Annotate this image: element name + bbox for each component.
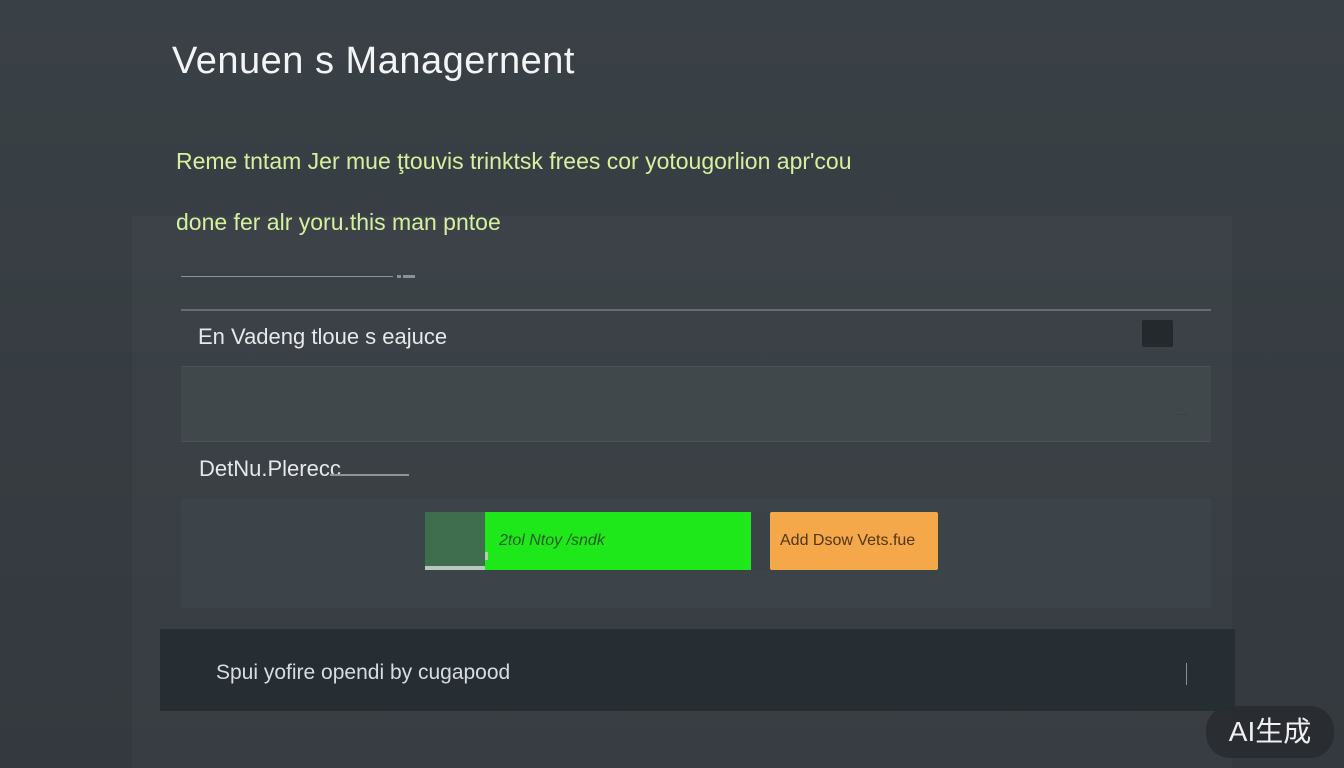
page-title: Venuen s Managernent xyxy=(172,40,575,82)
field-toggle-button[interactable] xyxy=(1142,320,1173,347)
input-resize-mark xyxy=(1175,414,1187,415)
divider-dots xyxy=(397,275,415,278)
venue-management-page: Venuen s Managernent Reme tntam Jer mue … xyxy=(0,0,1344,768)
footer-text: Spui yofire opendi by cugapood xyxy=(216,661,511,684)
add-venue-button-label: Add Dsow Vets.fue xyxy=(780,532,916,549)
primary-green-button[interactable]: 2tol Ntoy /sndk xyxy=(485,512,751,570)
green-button-toggle[interactable] xyxy=(425,512,485,570)
button-gap xyxy=(751,512,770,570)
section-divider xyxy=(181,309,1211,311)
details-label-underline xyxy=(330,474,409,476)
footer-bar: Spui yofire opendi by cugapood xyxy=(160,629,1235,711)
button-marker xyxy=(485,552,488,560)
add-venue-button[interactable]: Add Dsow Vets.fue xyxy=(770,512,938,570)
venue-input-field[interactable] xyxy=(181,366,1211,442)
section-divider-short xyxy=(181,276,393,277)
footer-divider xyxy=(1186,663,1187,685)
details-field-label: DetNu.Plerecc xyxy=(199,456,341,481)
primary-green-button-label: 2tol Ntoy /sndk xyxy=(499,532,605,549)
intro-text-line-2: done fer alr yoru.this man pntoe xyxy=(176,209,501,235)
venue-field-label: En Vadeng tloue s eajuce xyxy=(198,324,448,349)
ai-generated-badge: AI生成 xyxy=(1206,706,1334,758)
intro-text-line-1: Reme tntam Jer mue ţtouvis trinktsk free… xyxy=(176,148,852,174)
